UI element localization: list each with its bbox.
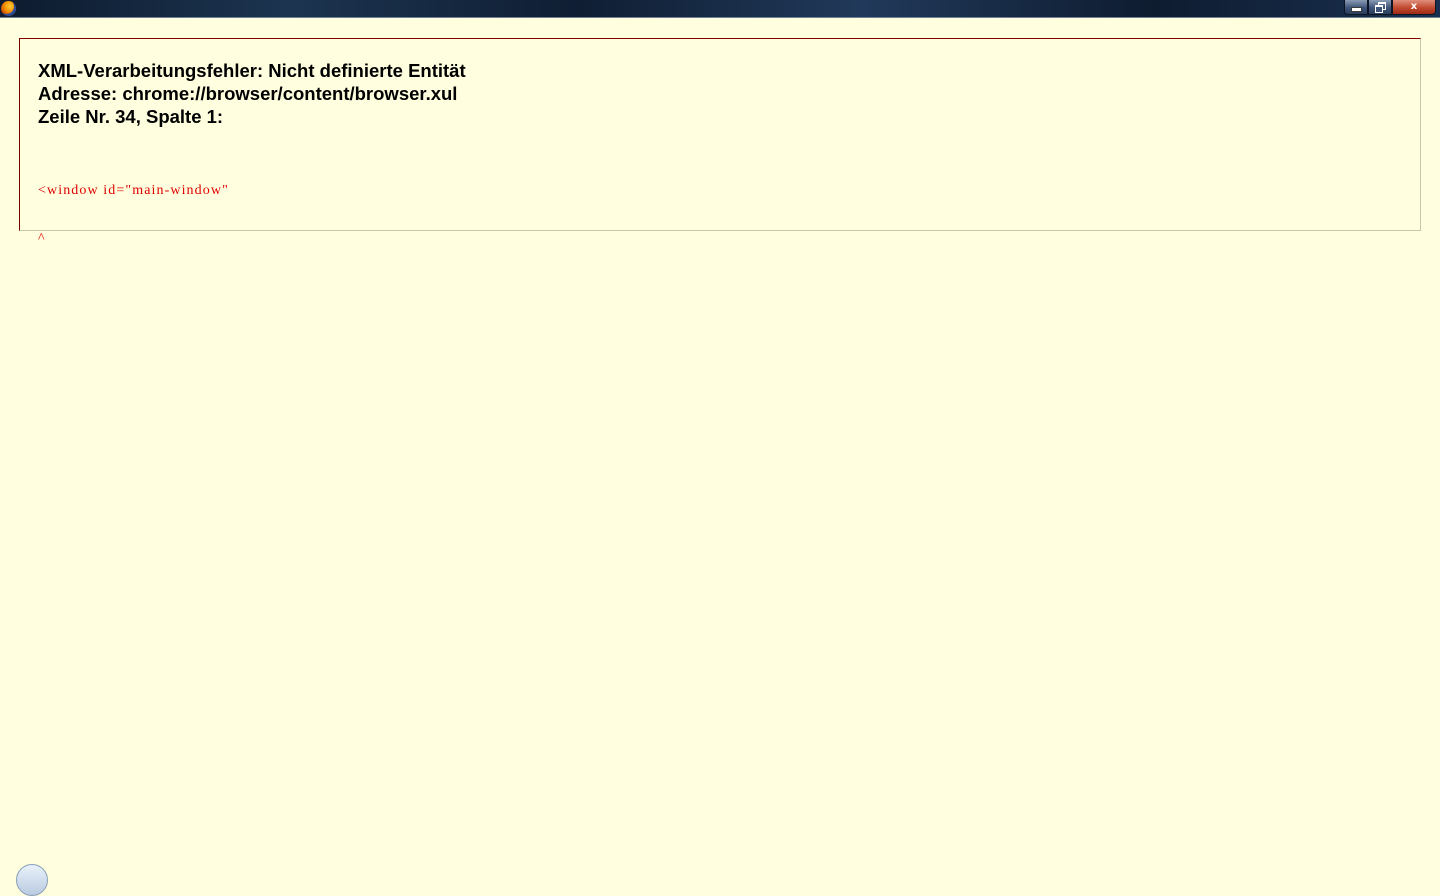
close-button[interactable]: x [1392, 0, 1436, 15]
source-text: <window id="main-window" ^ [38, 151, 1402, 279]
start-orb[interactable] [16, 864, 48, 896]
error-caret: ^ [38, 231, 46, 246]
error-line-column: Zeile Nr. 34, Spalte 1: [38, 106, 224, 127]
window-titlebar[interactable]: x [0, 0, 1440, 18]
window-controls: x [1344, 0, 1436, 16]
restore-icon [1375, 2, 1386, 13]
close-icon: x [1410, 1, 1418, 12]
source-line: <window id="main-window" [38, 183, 229, 198]
minimize-icon [1350, 7, 1362, 12]
error-location: Adresse: chrome://browser/content/browse… [38, 83, 458, 104]
error-title: XML-Verarbeitungsfehler: Nicht definiert… [38, 60, 466, 81]
minimize-button[interactable] [1344, 0, 1368, 15]
firefox-icon[interactable] [1, 1, 16, 16]
error-heading: XML-Verarbeitungsfehler: Nicht definiert… [38, 59, 1402, 128]
xml-error-panel: XML-Verarbeitungsfehler: Nicht definiert… [19, 38, 1421, 246]
restore-button[interactable] [1368, 0, 1392, 15]
